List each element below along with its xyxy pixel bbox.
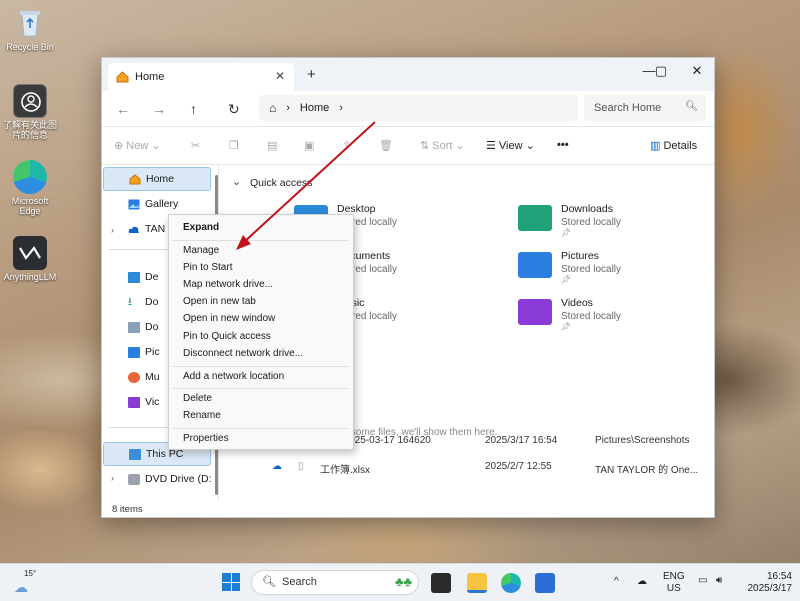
keyboard-layout: US [666, 583, 681, 594]
taskbar-search[interactable]: 🔍︎ Search ♣♣ [251, 570, 419, 595]
cloud-icon: ☁ [14, 579, 28, 595]
taskbar: 15° ☁ 🔍︎ Search ♣♣ ^ ☁ ENG US ▭ 🔊︎ 16:54… [0, 563, 800, 601]
chevron-up-icon[interactable]: ^ [614, 576, 619, 588]
weather-temperature: 15° [24, 569, 37, 578]
task-view-icon[interactable] [431, 573, 451, 593]
onedrive-icon[interactable]: ☁ [637, 576, 647, 588]
language-indicator[interactable]: ENG US [663, 571, 685, 595]
edge-icon[interactable] [501, 573, 521, 593]
taskbar-search-label: Search [282, 576, 317, 588]
language-code: ENG [663, 571, 685, 582]
annotation-arrow [236, 121, 376, 250]
clock[interactable]: 16:54 2025/3/17 [742, 571, 793, 595]
file-explorer-icon[interactable] [467, 573, 487, 593]
search-icon: 🔍︎ [262, 576, 276, 588]
volume-icon[interactable]: 🔊︎ [716, 575, 722, 587]
store-icon[interactable] [535, 573, 555, 593]
clover-icon: ♣♣ [394, 574, 412, 589]
network-icon[interactable]: ▭ [698, 575, 707, 587]
clock-date: 2025/3/17 [747, 583, 793, 594]
start-button[interactable] [222, 573, 240, 591]
weather-widget[interactable]: 15° ☁ [14, 569, 37, 595]
clock-time: 16:54 [766, 571, 792, 582]
windows-logo-icon [222, 573, 231, 582]
